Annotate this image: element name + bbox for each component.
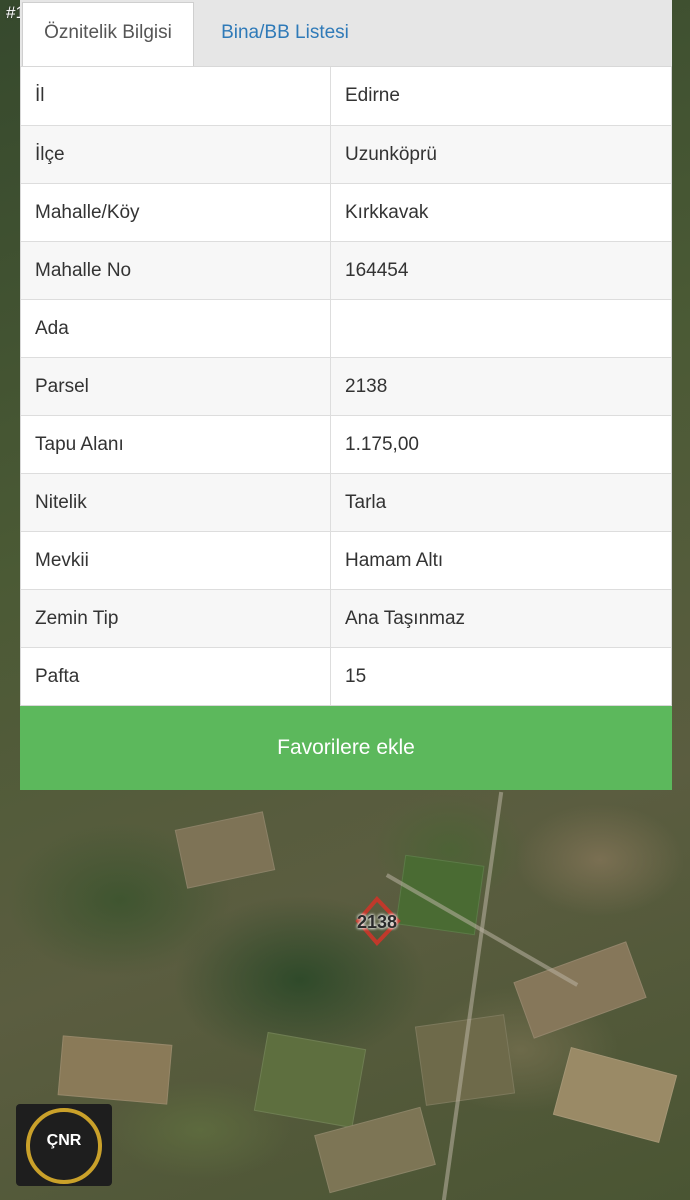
attribute-value: 164454 [345,260,409,281]
brand-logo: ÇNR [16,1104,112,1186]
table-row: Mahalle No 164454 [21,241,671,299]
attribute-key: Parsel [21,358,331,415]
attribute-value: 2138 [345,376,388,397]
attribute-key: Mahalle/Köy [21,184,331,241]
attribute-value: Uzunköprü [345,144,437,165]
attribute-value: 1.175,00 [345,434,419,455]
attribute-value: Edirne [345,85,400,106]
table-row: Tapu Alanı 1.175,00 [21,415,671,473]
table-row: Mevkii Hamam Altı [21,531,671,589]
attribute-key: Mevkii [21,532,331,589]
attribute-key: Tapu Alanı [21,416,331,473]
attribute-value: Kırkkavak [345,202,429,223]
attribute-key: Nitelik [21,474,331,531]
table-row: İl Edirne [21,67,671,125]
add-to-favorites-button[interactable]: Favorilere ekle [20,706,672,790]
attribute-key: Mahalle No [21,242,331,299]
table-row: Parsel 2138 [21,357,671,415]
attribute-value: Ana Taşınmaz [345,608,466,629]
attribute-value: Hamam Altı [345,550,444,571]
tab-bina-bb-listesi[interactable]: Bina/BB Listesi [200,0,370,66]
table-row: Zemin Tip Ana Taşınmaz [21,589,671,647]
table-row: Mahalle/Köy Kırkkavak [21,183,671,241]
parcel-number-label: 2138 [357,912,398,932]
attribute-key: Pafta [21,648,331,705]
attribute-key: Ada [21,300,331,357]
tab-oznitelik-bilgisi[interactable]: Öznitelik Bilgisi [22,2,194,66]
attribute-value: Tarla [345,492,387,513]
table-row: İlçe Uzunköprü [21,125,671,183]
attribute-key: Zemin Tip [21,590,331,647]
attribute-table: İl Edirne İlçe Uzunköprü Mahalle/Köy Kır… [20,66,672,706]
table-row: Nitelik Tarla [21,473,671,531]
tab-bar: Öznitelik Bilgisi Bina/BB Listesi [20,0,672,66]
attribute-key: İlçe [21,126,331,183]
attribute-key: İl [21,67,331,125]
attribute-value [331,300,671,357]
table-row: Ada [21,299,671,357]
logo-text: ÇNR [46,1132,82,1149]
table-row: Pafta 15 [21,647,671,705]
attribute-value: 15 [345,666,367,687]
